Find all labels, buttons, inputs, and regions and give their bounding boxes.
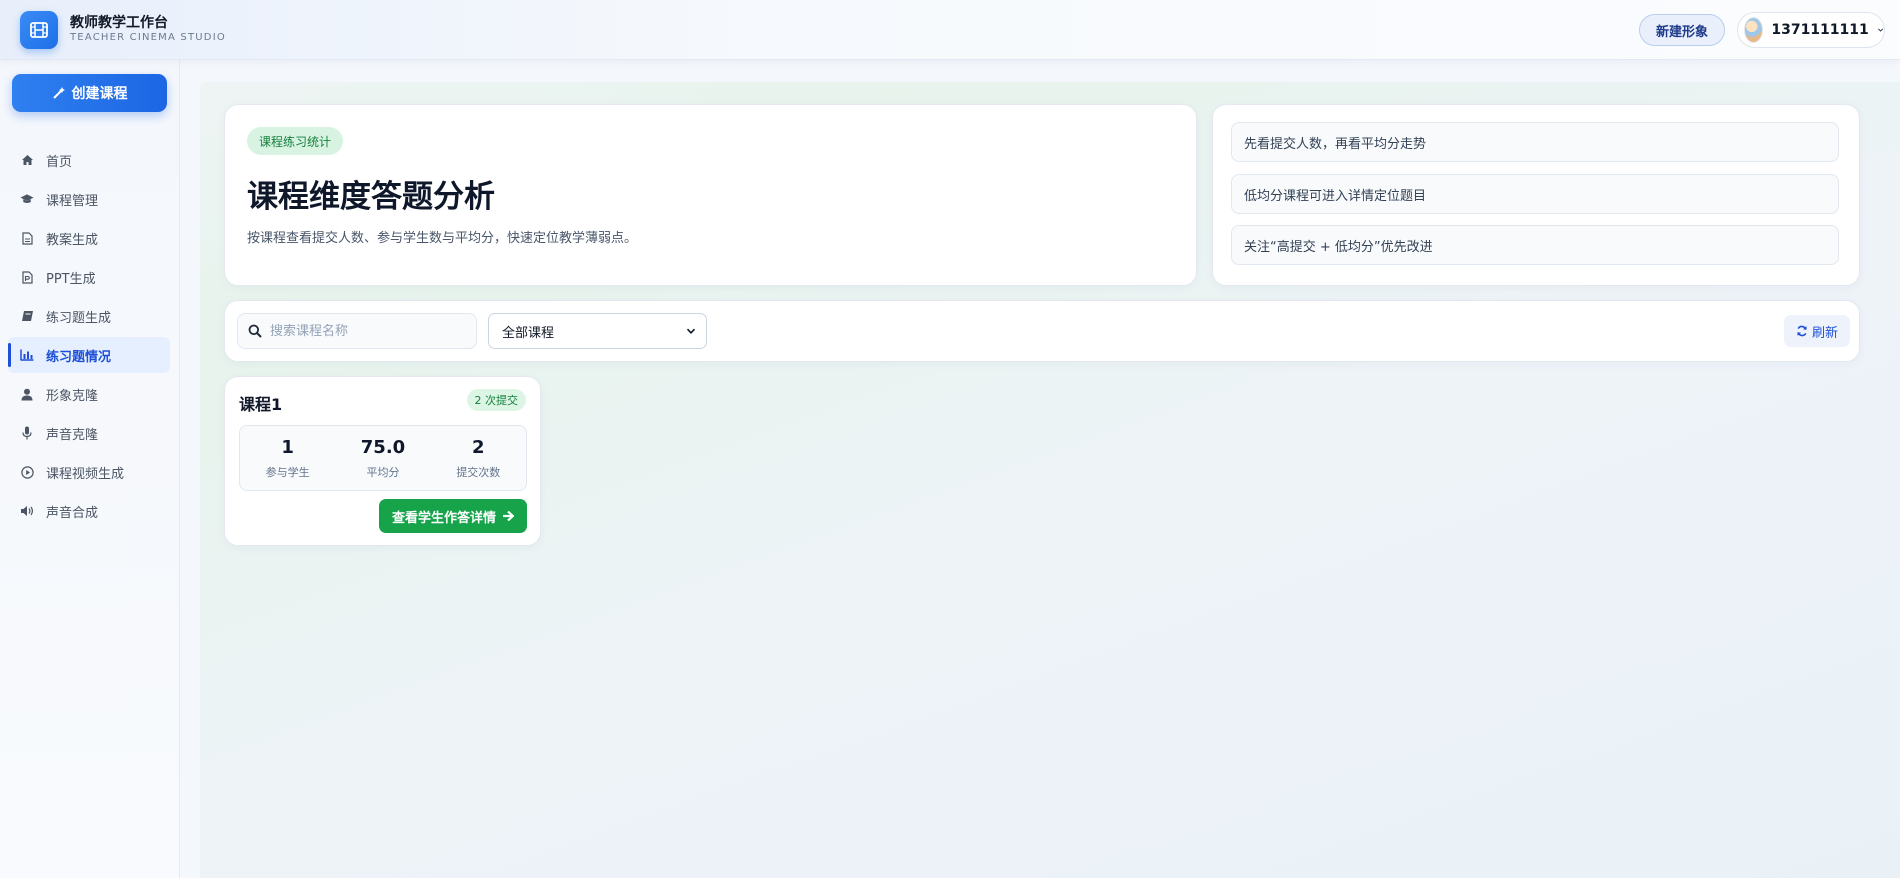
top-header: 教师教学工作台 TEACHER CINEMA STUDIO 新建形象 13711…: [0, 0, 1900, 60]
sidebar-item-label: 声音克隆: [46, 427, 99, 443]
refresh-label: 刷新: [1811, 325, 1838, 341]
play-circle-icon: [20, 465, 34, 479]
user-icon: [20, 387, 34, 401]
search-icon: [248, 324, 262, 338]
page-description: 按课程查看提交人数、参与学生数与平均分，快速定位教学薄弱点。: [247, 231, 638, 246]
detail-button-label: 查看学生作答详情: [391, 510, 496, 526]
course-name: 课程1: [239, 395, 283, 414]
magic-wand-icon: [52, 87, 65, 99]
sidebar-item-home[interactable]: 首页: [8, 142, 170, 178]
search-box[interactable]: [237, 313, 477, 349]
tip-item: 先看提交人数，再看平均分走势: [1231, 122, 1839, 162]
create-course-label: 创建课程: [71, 86, 128, 102]
main-content: 课程练习统计 课程维度答题分析 按课程查看提交人数、参与学生数与平均分，快速定位…: [200, 82, 1900, 878]
stat-label: 参与学生: [265, 465, 310, 479]
sidebar-item-voice-clone[interactable]: 声音克隆: [8, 415, 170, 451]
avatar: [1744, 17, 1764, 43]
refresh-icon: [1797, 325, 1807, 337]
hero-tag: 课程练习统计: [247, 127, 344, 155]
stat-participants: 1 参与学生: [240, 426, 335, 490]
page-title: 课程维度答题分析: [247, 179, 495, 215]
volume-icon: [20, 504, 34, 518]
sidebar-item-label: 声音合成: [46, 505, 99, 521]
brand-title: 教师教学工作台: [70, 15, 168, 31]
refresh-button[interactable]: 刷新: [1784, 315, 1850, 347]
sidebar-item-course-management[interactable]: 课程管理: [8, 181, 170, 217]
document-icon: [20, 231, 34, 245]
sidebar-item-avatar-clone[interactable]: 形象克隆: [8, 376, 170, 412]
home-icon: [20, 153, 34, 167]
view-student-answers-button[interactable]: 查看学生作答详情: [379, 499, 527, 533]
microphone-icon: [20, 426, 34, 440]
sidebar-item-label: 练习题生成: [46, 310, 112, 326]
film-logo-icon: [20, 11, 58, 49]
course-select[interactable]: 全部课程: [488, 313, 707, 349]
stat-submissions: 2 提交次数: [431, 426, 526, 490]
sidebar-item-label: 练习题情况: [46, 349, 112, 365]
course-select-value: 全部课程: [502, 325, 555, 341]
arrow-right-icon: [503, 510, 514, 522]
chevron-down-icon: [686, 328, 696, 334]
create-course-button[interactable]: 创建课程: [12, 74, 167, 112]
sidebar-item-course-video[interactable]: 课程视频生成: [8, 454, 170, 490]
sidebar-item-label: 形象克隆: [46, 388, 99, 404]
tip-item: 低均分课程可进入详情定位题目: [1231, 174, 1839, 214]
tip-item: 关注“高提交 + 低均分”优先改进: [1231, 225, 1839, 265]
new-avatar-button[interactable]: 新建形象: [1639, 14, 1725, 46]
stat-value: 75.0: [360, 436, 406, 458]
graduation-cap-icon: [20, 192, 34, 206]
ppt-file-icon: [20, 270, 34, 284]
sidebar-item-label: PPT生成: [46, 271, 96, 287]
user-menu[interactable]: 1371111111: [1737, 12, 1885, 48]
sidebar-item-ppt[interactable]: PPT生成: [8, 259, 170, 295]
stat-label: 提交次数: [456, 465, 501, 479]
sidebar-item-label: 课程视频生成: [46, 466, 125, 482]
stat-average-score: 75.0 平均分: [335, 426, 430, 490]
filter-toolbar: 全部课程 刷新: [224, 300, 1860, 362]
stat-label: 平均分: [366, 465, 400, 479]
sidebar-item-label: 课程管理: [46, 193, 99, 209]
brand-subtitle: TEACHER CINEMA STUDIO: [70, 32, 226, 43]
search-input[interactable]: [270, 323, 470, 339]
book-icon: [20, 309, 34, 323]
sidebar-item-lesson-plan[interactable]: 教案生成: [8, 220, 170, 256]
sidebar: 创建课程 首页 课程管理 教案生成 PPT生成 练习题生成 练习题情况 形象克隆…: [0, 60, 180, 878]
stat-value: 2: [472, 436, 485, 458]
sidebar-item-label: 首页: [46, 154, 73, 170]
user-name: 1371111111: [1771, 22, 1869, 38]
course-stats: 1 参与学生 75.0 平均分 2 提交次数: [239, 425, 527, 491]
sidebar-item-voice-synthesis[interactable]: 声音合成: [8, 493, 170, 529]
sidebar-item-label: 教案生成: [46, 232, 99, 248]
submission-count-badge: 2 次提交: [466, 389, 526, 411]
bar-chart-icon: [20, 348, 34, 362]
hero-card: 课程练习统计 课程维度答题分析 按课程查看提交人数、参与学生数与平均分，快速定位…: [224, 104, 1197, 286]
stat-value: 1: [281, 436, 294, 458]
sidebar-item-exercise-generation[interactable]: 练习题生成: [8, 298, 170, 334]
sidebar-item-exercise-status[interactable]: 练习题情况: [8, 337, 170, 373]
chevron-down-icon: [1877, 28, 1883, 32]
tips-card: 先看提交人数，再看平均分走势 低均分课程可进入详情定位题目 关注“高提交 + 低…: [1212, 104, 1860, 286]
course-card: 课程1 2 次提交 1 参与学生 75.0 平均分 2 提交次数 查看学生作答详…: [224, 376, 541, 546]
